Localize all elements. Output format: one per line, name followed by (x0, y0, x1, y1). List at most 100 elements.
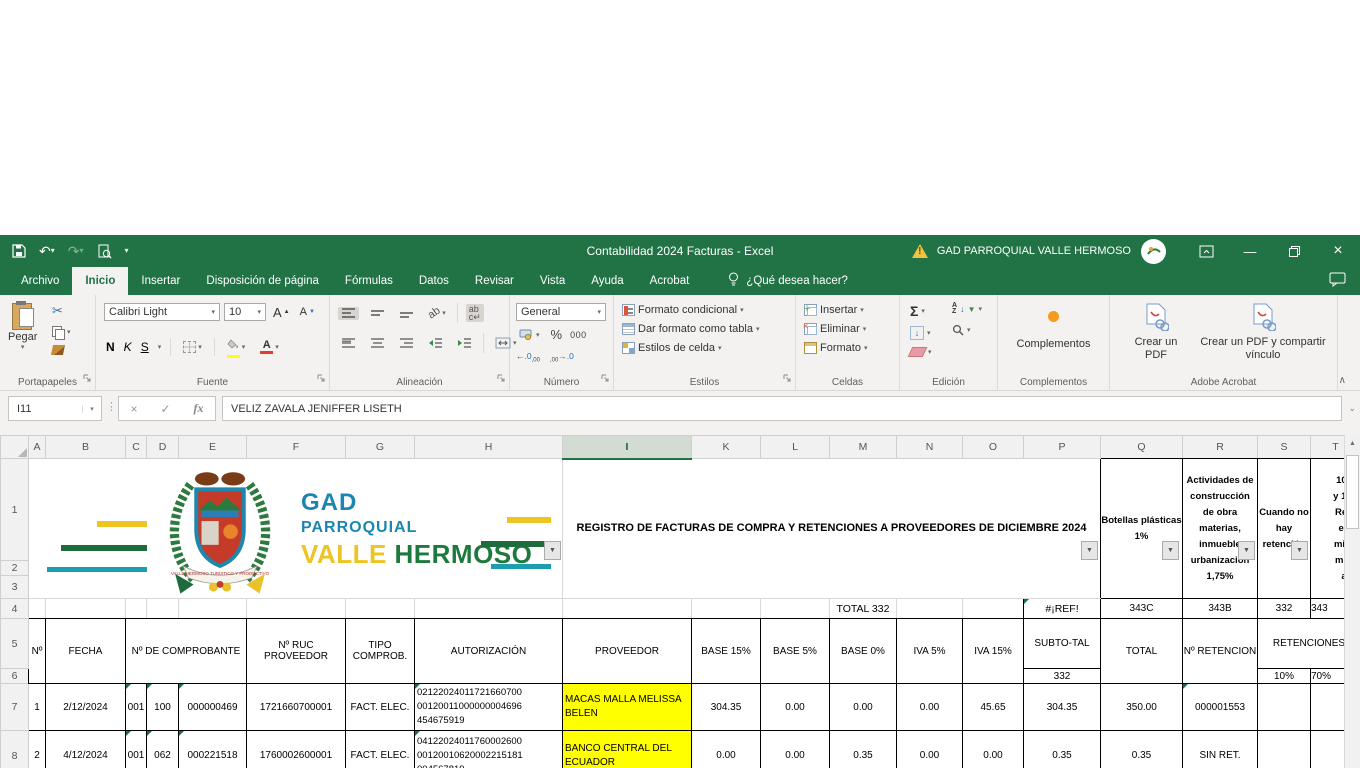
align-right-icon[interactable] (396, 337, 417, 350)
cell-L4[interactable] (761, 599, 830, 619)
cell-total-332[interactable]: TOTAL 332 (830, 599, 897, 619)
cell-r7-autorizacion[interactable]: 0212202401172166070000120011000000004696… (415, 684, 563, 731)
tab-archivo[interactable]: Archivo (8, 267, 72, 295)
autosum-icon[interactable]: Σ (910, 303, 918, 319)
header-iva5[interactable]: IVA 5% (897, 619, 963, 684)
header-iva15[interactable]: IVA 15% (963, 619, 1024, 684)
format-as-table-button[interactable]: Dar formato como tabla▾ (622, 323, 759, 335)
currency-icon[interactable]: ▾ (516, 328, 543, 341)
cell-D4[interactable] (147, 599, 179, 619)
underline-dropdown[interactable]: ▾ (158, 343, 162, 351)
cell-r7-pto[interactable]: 100 (147, 684, 179, 731)
tab-datos[interactable]: Datos (406, 267, 462, 295)
cell-styles-button[interactable]: Estilos de celda▾ (622, 342, 759, 354)
cell-r7-iva15[interactable]: 45.65 (963, 684, 1024, 731)
header-numero[interactable]: Nº (29, 619, 46, 684)
row-header-6[interactable]: 6 (1, 669, 29, 684)
cell-N4[interactable] (897, 599, 963, 619)
font-color-icon[interactable]: A ▾ (257, 340, 282, 355)
orientation-icon[interactable]: ab▾ (425, 306, 449, 320)
enter-formula-icon[interactable]: ✓ (160, 402, 170, 416)
cell-r8-tipo[interactable]: FACT. ELEC. (346, 731, 415, 768)
delete-cells-button[interactable]: × Eliminar▾ (804, 323, 867, 335)
align-left-icon[interactable] (338, 337, 359, 350)
tab-revisar[interactable]: Revisar (462, 267, 527, 295)
restore-button[interactable] (1272, 235, 1316, 267)
sin-retencion-dropdown[interactable]: ▼ (1291, 541, 1308, 560)
construccion-dropdown[interactable]: ▼ (1238, 541, 1255, 560)
tab-acrobat[interactable]: Acrobat (637, 267, 703, 295)
header-total[interactable]: TOTAL (1101, 619, 1183, 684)
row-header-7[interactable]: 7 (1, 684, 29, 731)
collapse-ribbon-icon[interactable]: ∧ (1339, 375, 1346, 386)
decrease-decimal-icon[interactable]: ,00→.0 (550, 351, 574, 364)
bold-button[interactable]: N (106, 340, 115, 354)
header-base5[interactable]: BASE 5% (761, 619, 830, 684)
col-header-D[interactable]: D (147, 436, 179, 459)
align-bottom-icon[interactable] (396, 307, 417, 320)
col-header-P[interactable]: P (1024, 436, 1101, 459)
cell-r7-iva5[interactable]: 0.00 (897, 684, 963, 731)
cell-r7-ruc[interactable]: 1721660700001 (247, 684, 346, 731)
header-10pct[interactable]: 10% (1258, 669, 1311, 684)
col-header-H[interactable]: H (415, 436, 563, 459)
cell-r8-autorizacion[interactable]: 0412202401176000260000120010620002215181… (415, 731, 563, 768)
cell-r7-proveedor[interactable]: MACAS MALLA MELISSA BELEN (563, 684, 692, 731)
header-base15[interactable]: BASE 15% (692, 619, 761, 684)
cell-r7-base15[interactable]: 304.35 (692, 684, 761, 731)
header-autorizacion[interactable]: AUTORIZACIÓN (415, 619, 563, 684)
cell-r8-total[interactable]: 0.35 (1101, 731, 1183, 768)
cell-ref-error[interactable]: #¡REF! (1024, 599, 1101, 619)
align-center-icon[interactable] (367, 337, 388, 350)
cell-E4[interactable] (179, 599, 247, 619)
col-header-S[interactable]: S (1258, 436, 1311, 459)
col-header-O[interactable]: O (963, 436, 1024, 459)
header-subtotal-332[interactable]: 332 (1024, 669, 1101, 684)
col-header-K[interactable]: K (692, 436, 761, 459)
sort-filter-icon[interactable]: AZ↓▼▾ (952, 303, 982, 315)
tab-ayuda[interactable]: Ayuda (578, 267, 636, 295)
warning-icon[interactable]: ! (911, 244, 929, 259)
complementos-button[interactable]: Complementos (998, 309, 1109, 350)
expand-formula-bar-icon[interactable]: ⌄ (1348, 403, 1356, 414)
col-header-F[interactable]: F (247, 436, 346, 459)
col-header-E[interactable]: E (179, 436, 247, 459)
align-middle-icon[interactable] (367, 307, 388, 320)
increase-font-icon[interactable]: A▲ (270, 303, 293, 321)
cell-343B[interactable]: 343B (1183, 599, 1258, 619)
cell-r8-s[interactable] (1258, 731, 1311, 768)
logo-cell-dropdown[interactable]: ▼ (544, 541, 561, 560)
cell-A4[interactable] (29, 599, 46, 619)
comments-icon[interactable] (1329, 272, 1346, 290)
align-top-icon[interactable] (338, 307, 359, 320)
copy-icon[interactable]: ▾ (52, 326, 64, 338)
account-name[interactable]: GAD PARROQUIAL VALLE HERMOSO (937, 245, 1131, 257)
col-header-C[interactable]: C (126, 436, 147, 459)
cell-C4[interactable] (126, 599, 147, 619)
paste-button[interactable]: Pegar ▾ (8, 301, 37, 351)
title-cell-dropdown[interactable]: ▼ (1081, 541, 1098, 560)
estilos-dialog-launcher[interactable] (783, 369, 791, 387)
cell-I4[interactable] (563, 599, 692, 619)
cell-r7-retencion[interactable]: 000001553 (1183, 684, 1258, 731)
header-base0[interactable]: BASE 0% (830, 619, 897, 684)
cell-r8-iva15[interactable]: 0.00 (963, 731, 1024, 768)
name-box-dropdown-icon[interactable]: ▾ (82, 405, 101, 413)
tab-insertar[interactable]: Insertar (128, 267, 193, 295)
header-proveedor[interactable]: PROVEEDOR (563, 619, 692, 684)
cell-r7-base5[interactable]: 0.00 (761, 684, 830, 731)
conditional-formatting-button[interactable]: Formato condicional▾ (622, 304, 759, 316)
cell-r7-total[interactable]: 350.00 (1101, 684, 1183, 731)
col-header-L[interactable]: L (761, 436, 830, 459)
clear-icon[interactable] (908, 347, 928, 357)
cell-r7-fecha[interactable]: 2/12/2024 (46, 684, 126, 731)
borders-icon[interactable]: ▾ (180, 340, 205, 354)
increase-decimal-icon[interactable]: ←.0,00 (516, 351, 540, 364)
col-header-M[interactable]: M (830, 436, 897, 459)
cell-r8-base5[interactable]: 0.00 (761, 731, 830, 768)
formula-input[interactable]: VELIZ ZAVALA JENIFFER LISETH (222, 396, 1342, 421)
cell-r8-serie[interactable]: 001 (126, 731, 147, 768)
cell-r7-serie[interactable]: 001 (126, 684, 147, 731)
customize-qat-icon[interactable]: ▾ (125, 247, 129, 255)
insert-cells-button[interactable]: ＋ Insertar▾ (804, 304, 867, 316)
